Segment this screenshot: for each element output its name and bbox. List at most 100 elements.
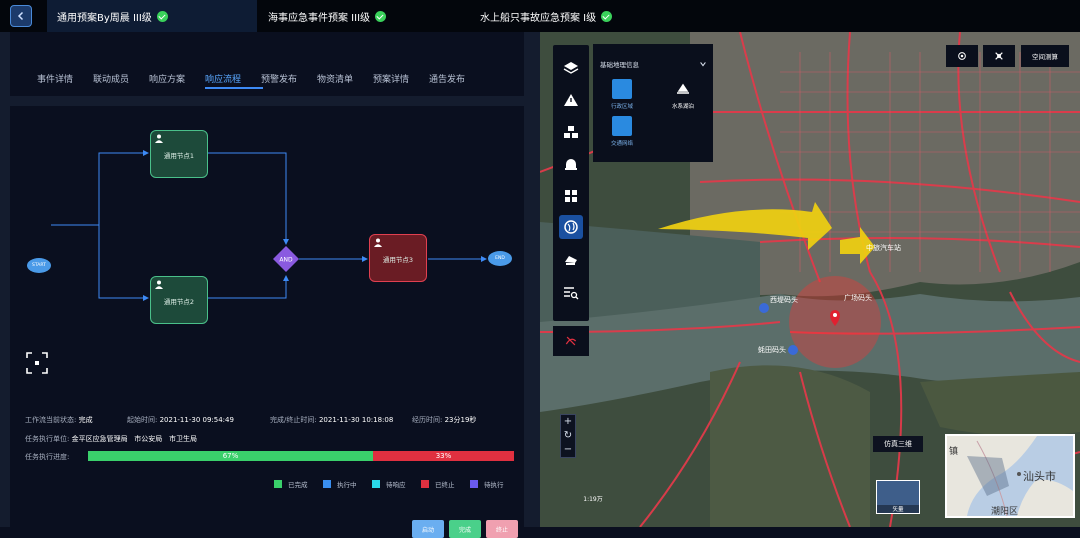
flow-connectors xyxy=(51,150,487,301)
status-value: 完成 xyxy=(78,416,93,424)
layers-cross-button[interactable] xyxy=(983,45,1015,67)
tab-warning-release[interactable]: 预警发布 xyxy=(261,72,297,85)
finish-time-value: 2021-11-30 10:18:08 xyxy=(318,416,394,424)
node-label: 通用节点2 xyxy=(163,298,195,306)
tab-notice-release[interactable]: 通告发布 xyxy=(429,72,465,85)
overview-label-town: 镇 xyxy=(949,447,959,457)
tab-material-list[interactable]: 物资清单 xyxy=(317,72,353,85)
geo-item-label: 水系湖泊 xyxy=(671,104,694,110)
layers-icon[interactable] xyxy=(562,59,580,77)
unit-item: 市公安局 xyxy=(134,435,163,443)
swatch xyxy=(274,480,282,488)
elapsed-value: 23分19秒 xyxy=(444,416,477,424)
user-icon xyxy=(155,134,163,143)
swatch xyxy=(470,480,478,488)
tab-event-detail[interactable]: 事件详情 xyxy=(37,72,73,85)
top-bar: 通用预案By周晨 III级 海事应急事件预案 III级 水上船只事故应急预案 I… xyxy=(0,0,1080,32)
plan-tab-3[interactable]: 水上船只事故应急预案 I级 xyxy=(480,0,613,32)
legend-label: 待响应 xyxy=(386,481,406,489)
check-icon xyxy=(601,10,613,22)
unit-item: 市卫生局 xyxy=(168,435,197,443)
tab-response-flow[interactable]: 响应流程 xyxy=(205,72,241,85)
no-signal-icon xyxy=(565,336,577,346)
workflow-status: 工作流当前状态: 完成 xyxy=(25,415,93,425)
progress-bar: 67% 33% xyxy=(88,451,514,461)
terminated-percent: 33% xyxy=(435,452,452,460)
alarm-icon[interactable] xyxy=(562,155,580,173)
grid-icon[interactable] xyxy=(562,187,580,205)
complete-percent: 67% xyxy=(222,452,239,460)
start-node[interactable]: START xyxy=(27,258,51,273)
legend-label: 待执行 xyxy=(484,481,504,489)
locate-button[interactable] xyxy=(946,45,978,67)
basic-geo-panel: 基础地理信息 行政区域 水系湖泊 交通网络 xyxy=(593,44,713,162)
elapsed-label: 经历时间: xyxy=(412,416,443,424)
sub-tab-bar: 事件详情 联动成员 响应方案 响应流程 预警发布 物资清单 预案详情 通告发布 xyxy=(10,32,524,96)
overview-label-chaoyang: 潮阳区 xyxy=(991,507,1019,517)
plan-tab-1[interactable]: 通用预案By周晨 III级 xyxy=(47,0,257,32)
plan-tab-label: 海事应急事件预案 III级 xyxy=(268,12,371,24)
scale-label: 1:19万 xyxy=(583,496,603,503)
map-extra-tool[interactable] xyxy=(553,326,589,356)
active-tab-underline xyxy=(205,87,263,89)
geo-item-admin-region[interactable]: 行政区域 xyxy=(602,79,642,110)
layers-cross-icon xyxy=(995,52,1003,60)
swatch xyxy=(323,480,331,488)
chevron-down-icon[interactable] xyxy=(699,60,707,68)
finish-time-label: 完成/终止时间: xyxy=(270,416,317,424)
and-gateway[interactable]: AND xyxy=(273,246,299,272)
vehicle-icon[interactable] xyxy=(562,251,580,269)
plan-tab-2[interactable]: 海事应急事件预案 III级 xyxy=(268,0,387,32)
basemap-thumbnail[interactable]: 矢量 xyxy=(876,480,920,514)
tab-linkage-members[interactable]: 联动成员 xyxy=(93,72,129,85)
sim-3d-button[interactable]: 仿真三维 xyxy=(873,436,923,452)
end-node[interactable]: END xyxy=(488,251,512,266)
legend-complete: 已完成 xyxy=(274,479,308,489)
chevron-left-icon xyxy=(17,11,24,21)
flow-node-2[interactable]: 通用节点2 xyxy=(150,276,208,324)
user-icon xyxy=(155,280,163,289)
geo-item-label: 行政区域 xyxy=(610,104,633,110)
finish-time: 完成/终止时间: 2021-11-30 10:18:08 xyxy=(270,415,393,425)
legend-running: 执行中 xyxy=(323,479,357,489)
map-toolbar xyxy=(553,45,589,321)
check-icon xyxy=(375,10,387,22)
thumbnail-label: 矢量 xyxy=(877,505,919,513)
workflow-area: START 通用节点1 通用节点2 AND 通用节点3 END 工作流当前状态:… xyxy=(10,106,524,538)
flow-node-3[interactable]: 通用节点3 xyxy=(369,234,427,282)
geo-item-water[interactable]: 水系湖泊 xyxy=(663,79,703,110)
resources-icon[interactable] xyxy=(562,123,580,141)
overview-map[interactable]: 镇 汕头市 潮阳区 xyxy=(945,434,1075,518)
map-view[interactable]: 西堤码头 广场码头 蚝田码头 中旅汽车站 基础地理信息 行政区域 水系湖泊 交通… xyxy=(540,32,1080,527)
start-button[interactable]: 启动 xyxy=(412,520,444,538)
left-panel: 事件详情 联动成员 响应方案 响应流程 预警发布 物资清单 预案详情 通告发布 … xyxy=(0,32,540,538)
zoom-out-button[interactable]: − xyxy=(561,443,575,457)
start-label: START xyxy=(32,263,46,268)
flow-node-1[interactable]: 通用节点1 xyxy=(150,130,208,178)
units-label: 任务执行单位: xyxy=(25,435,70,443)
terminate-button[interactable]: 终止 xyxy=(486,520,518,538)
geo-panel-title: 基础地理信息 xyxy=(600,61,639,69)
water-icon xyxy=(673,79,693,99)
spatial-measure-button[interactable]: 空间测算 xyxy=(1021,45,1069,67)
search-list-icon[interactable] xyxy=(562,283,580,301)
target-icon xyxy=(958,52,966,60)
globe-icon[interactable] xyxy=(562,218,580,236)
warning-icon[interactable] xyxy=(562,91,580,109)
zoom-in-button[interactable]: + xyxy=(561,415,575,429)
tab-response-plan[interactable]: 响应方案 xyxy=(149,72,185,85)
start-time-label: 起始时间: xyxy=(127,416,158,424)
tab-plan-detail[interactable]: 预案详情 xyxy=(373,72,409,85)
label-zuantian: 蚝田码头 xyxy=(758,345,786,354)
elapsed-time: 经历时间: 23分19秒 xyxy=(412,415,476,425)
geo-item-traffic[interactable]: 交通网络 xyxy=(602,116,642,147)
rotate-button[interactable]: ↻ xyxy=(561,429,575,443)
fullscreen-icon[interactable] xyxy=(26,352,48,374)
back-button[interactable] xyxy=(10,5,32,27)
label-guangchang: 广场码头 xyxy=(844,293,872,302)
traffic-icon xyxy=(612,116,632,136)
complete-button[interactable]: 完成 xyxy=(449,520,481,538)
swatch xyxy=(372,480,380,488)
and-label: AND xyxy=(279,257,293,264)
node-label: 通用节点3 xyxy=(382,256,414,264)
